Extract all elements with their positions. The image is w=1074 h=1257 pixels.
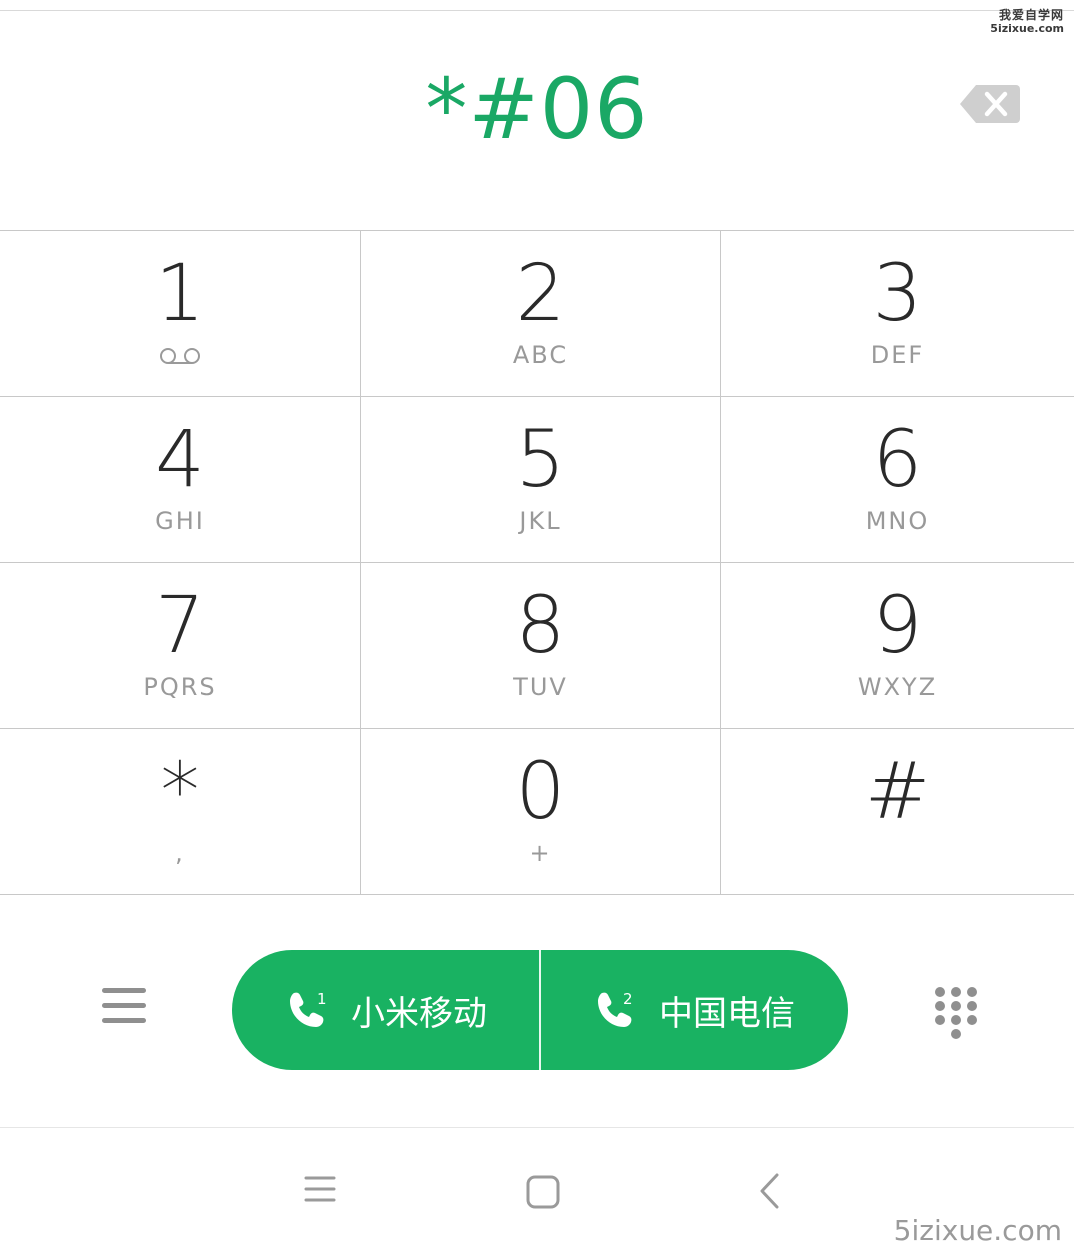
keypad: 1 2 ABC 3 DEF 4 GHI 5 JKL 6 MNO 7 PQRS 8…	[0, 230, 1074, 895]
key-9[interactable]: 9 WXYZ	[721, 563, 1074, 729]
key-digit: #	[864, 747, 931, 837]
key-letters: PQRS	[143, 673, 217, 701]
key-6[interactable]: 6 MNO	[721, 397, 1074, 563]
key-letters: ABC	[512, 341, 569, 369]
sim1-number: 1	[317, 990, 327, 1008]
dial-display: *#06	[0, 30, 1074, 190]
phone-icon: 2	[598, 990, 633, 1027]
call-actions: 1 小米移动 2 中国电信	[0, 950, 1074, 1070]
key-3[interactable]: 3 DEF	[721, 231, 1074, 397]
dialed-number[interactable]: *#06	[0, 60, 1074, 158]
call-sim1-button[interactable]: 1 小米移动	[232, 950, 540, 1070]
key-digit: 3	[872, 249, 923, 339]
call-sim1-label: 小米移动	[351, 993, 487, 1034]
key-digit: 9	[872, 581, 923, 671]
key-2[interactable]: 2 ABC	[361, 231, 721, 397]
key-0[interactable]: 0 +	[361, 729, 721, 895]
key-digit: 4	[155, 415, 205, 505]
key-letters: TUV	[513, 673, 568, 701]
key-digit: 8	[515, 581, 566, 671]
key-digit: 0	[515, 747, 566, 837]
key-1[interactable]: 1	[0, 231, 361, 397]
key-hash[interactable]: #	[721, 729, 1074, 895]
key-7[interactable]: 7 PQRS	[0, 563, 361, 729]
key-letters: DEF	[870, 341, 925, 369]
top-divider	[0, 10, 1074, 11]
watermark-top-line1: 我爱自学网	[998, 8, 1064, 22]
call-pill: 1 小米移动 2 中国电信	[232, 950, 848, 1070]
key-letters: MNO	[865, 507, 930, 535]
key-letters	[721, 839, 1074, 867]
sim2-number: 2	[623, 990, 633, 1008]
key-4[interactable]: 4 GHI	[0, 397, 361, 563]
key-letters: WXYZ	[857, 673, 938, 701]
call-sim2-button[interactable]: 2 中国电信	[540, 950, 848, 1070]
phone-icon: 1	[290, 990, 327, 1027]
key-digit: 7	[155, 581, 205, 671]
backspace-icon[interactable]	[960, 83, 1020, 125]
key-8[interactable]: 8 TUV	[361, 563, 721, 729]
nav-menu-icon[interactable]	[303, 1172, 337, 1206]
key-digit: *	[160, 747, 200, 837]
nav-home-icon[interactable]	[525, 1174, 561, 1210]
key-digit: 6	[872, 415, 923, 505]
voicemail-icon	[160, 348, 200, 364]
key-letters: ,	[175, 839, 185, 867]
menu-icon[interactable]	[100, 986, 148, 1026]
key-digit: 5	[515, 415, 566, 505]
key-letters: JKL	[519, 507, 562, 535]
call-sim2-label: 中国电信	[659, 993, 795, 1034]
key-5[interactable]: 5 JKL	[361, 397, 721, 563]
nav-back-icon[interactable]	[757, 1172, 783, 1210]
key-digit: 2	[515, 249, 566, 339]
key-letters: +	[529, 839, 552, 867]
watermark-bottom: 5izixue.com	[893, 1214, 1062, 1247]
key-digit: 1	[155, 249, 205, 339]
key-letters: GHI	[155, 507, 205, 535]
key-star[interactable]: * ,	[0, 729, 361, 895]
dialpad-icon[interactable]	[932, 986, 980, 1040]
